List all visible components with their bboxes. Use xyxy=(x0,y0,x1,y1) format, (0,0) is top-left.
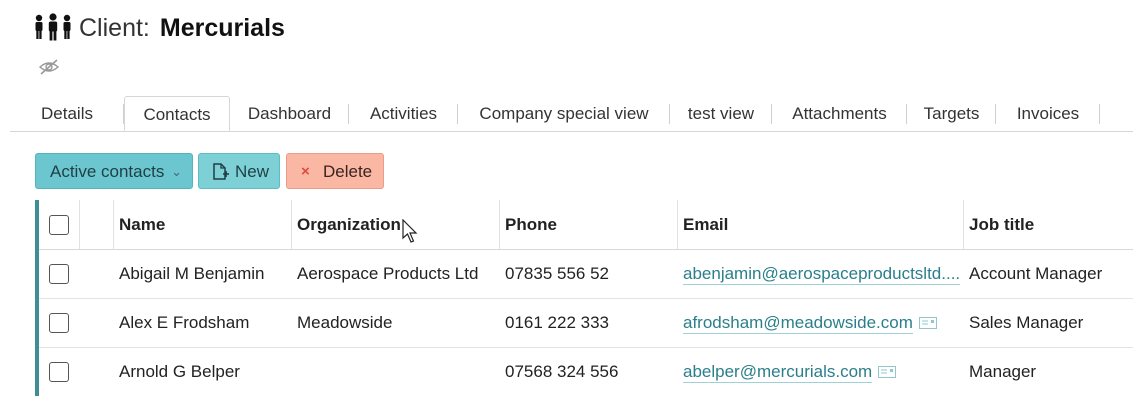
column-divider xyxy=(291,200,292,249)
chevron-down-icon: ⌄ xyxy=(171,164,182,179)
column-divider xyxy=(79,200,80,249)
envelope-icon[interactable] xyxy=(918,317,937,329)
contact-phone: 0161 222 333 xyxy=(505,313,609,332)
active-contacts-label: Active contacts xyxy=(50,162,165,181)
table-row[interactable]: Abigail M Benjamin Aerospace Products Lt… xyxy=(39,250,1133,299)
column-divider xyxy=(499,200,500,249)
contact-phone: 07568 324 556 xyxy=(505,362,619,381)
envelope-icon[interactable] xyxy=(878,366,897,378)
contact-email-cell: abelper@mercurials.com xyxy=(683,348,965,396)
contact-name[interactable]: Alex E Frodsham xyxy=(119,299,289,347)
mouse-cursor-icon xyxy=(402,219,418,243)
delete-button-label: Delete xyxy=(323,162,373,181)
new-document-icon xyxy=(213,163,229,180)
contact-name[interactable]: Arnold G Belper xyxy=(119,348,289,396)
contact-organization[interactable]: Aerospace Products Ltd xyxy=(297,250,497,298)
contact-organization[interactable] xyxy=(297,348,497,396)
column-divider xyxy=(963,200,964,249)
page-header: Client: Mercurials xyxy=(33,10,285,46)
contact-phone: 07835 556 52 xyxy=(505,264,609,283)
column-header-name[interactable]: Name xyxy=(119,200,289,249)
page-title: Mercurials xyxy=(159,13,285,42)
row-select-cell xyxy=(49,348,89,396)
people-group-icon xyxy=(35,13,71,41)
tab-targets[interactable]: Targets xyxy=(907,96,996,131)
tab-bar: Details Contacts Dashboard Activities Co… xyxy=(10,96,1133,132)
tab-company-special-view[interactable]: Company special view xyxy=(458,96,670,131)
tab-invoices[interactable]: Invoices xyxy=(996,96,1100,131)
table-row[interactable]: Alex E Frodsham Meadowside 0161 222 333 … xyxy=(39,299,1133,348)
contact-job-title: Manager xyxy=(969,362,1037,381)
contact-job-title: Sales Manager xyxy=(969,313,1084,332)
active-contacts-dropdown[interactable]: Active contacts ⌄ xyxy=(35,153,193,189)
column-divider xyxy=(113,200,114,249)
contact-job-title: Account Manager xyxy=(969,264,1103,283)
select-all-cell xyxy=(49,200,89,249)
contacts-table: Name Organization Phone Email Job title … xyxy=(35,200,1133,396)
table-header-row: Name Organization Phone Email Job title xyxy=(39,200,1133,250)
row-select-cell xyxy=(49,250,89,298)
column-header-phone[interactable]: Phone xyxy=(505,200,675,249)
tab-dashboard[interactable]: Dashboard xyxy=(230,96,349,131)
contact-email-link[interactable]: abelper@mercurials.com xyxy=(683,362,873,383)
tab-test-view[interactable]: test view xyxy=(670,96,772,131)
row-checkbox[interactable] xyxy=(49,264,69,284)
contact-organization[interactable]: Meadowside xyxy=(297,299,497,347)
contact-email-link[interactable]: afrodsham@meadowside.com xyxy=(683,313,913,334)
tab-activities[interactable]: Activities xyxy=(349,96,458,131)
new-button-label: New xyxy=(235,162,270,181)
delete-button[interactable]: × Delete xyxy=(286,153,384,189)
row-select-cell xyxy=(49,299,89,347)
tab-details[interactable]: Details xyxy=(10,96,124,131)
column-header-job-title[interactable]: Job title xyxy=(969,200,1133,249)
tab-contacts[interactable]: Contacts xyxy=(124,96,230,131)
eye-slash-icon[interactable] xyxy=(38,58,60,76)
contact-email-link[interactable]: abenjamin@aerospaceproductsltd.... xyxy=(683,264,961,285)
column-header-organization[interactable]: Organization xyxy=(297,200,497,249)
tab-attachments[interactable]: Attachments xyxy=(772,96,907,131)
close-icon: × xyxy=(301,163,310,180)
contact-name[interactable]: Abigail M Benjamin xyxy=(119,250,289,298)
column-divider xyxy=(677,200,678,249)
table-row[interactable]: Arnold G Belper 07568 324 556 abelper@me… xyxy=(39,348,1133,396)
contact-email-cell: afrodsham@meadowside.com xyxy=(683,299,965,347)
contact-email-cell: abenjamin@aerospaceproductsltd.... xyxy=(683,250,965,298)
page-title-prefix: Client: xyxy=(79,13,150,42)
new-button[interactable]: New xyxy=(198,153,280,189)
select-all-checkbox[interactable] xyxy=(49,214,69,235)
column-header-email[interactable]: Email xyxy=(683,200,965,249)
row-checkbox[interactable] xyxy=(49,313,69,333)
row-checkbox[interactable] xyxy=(49,362,69,382)
